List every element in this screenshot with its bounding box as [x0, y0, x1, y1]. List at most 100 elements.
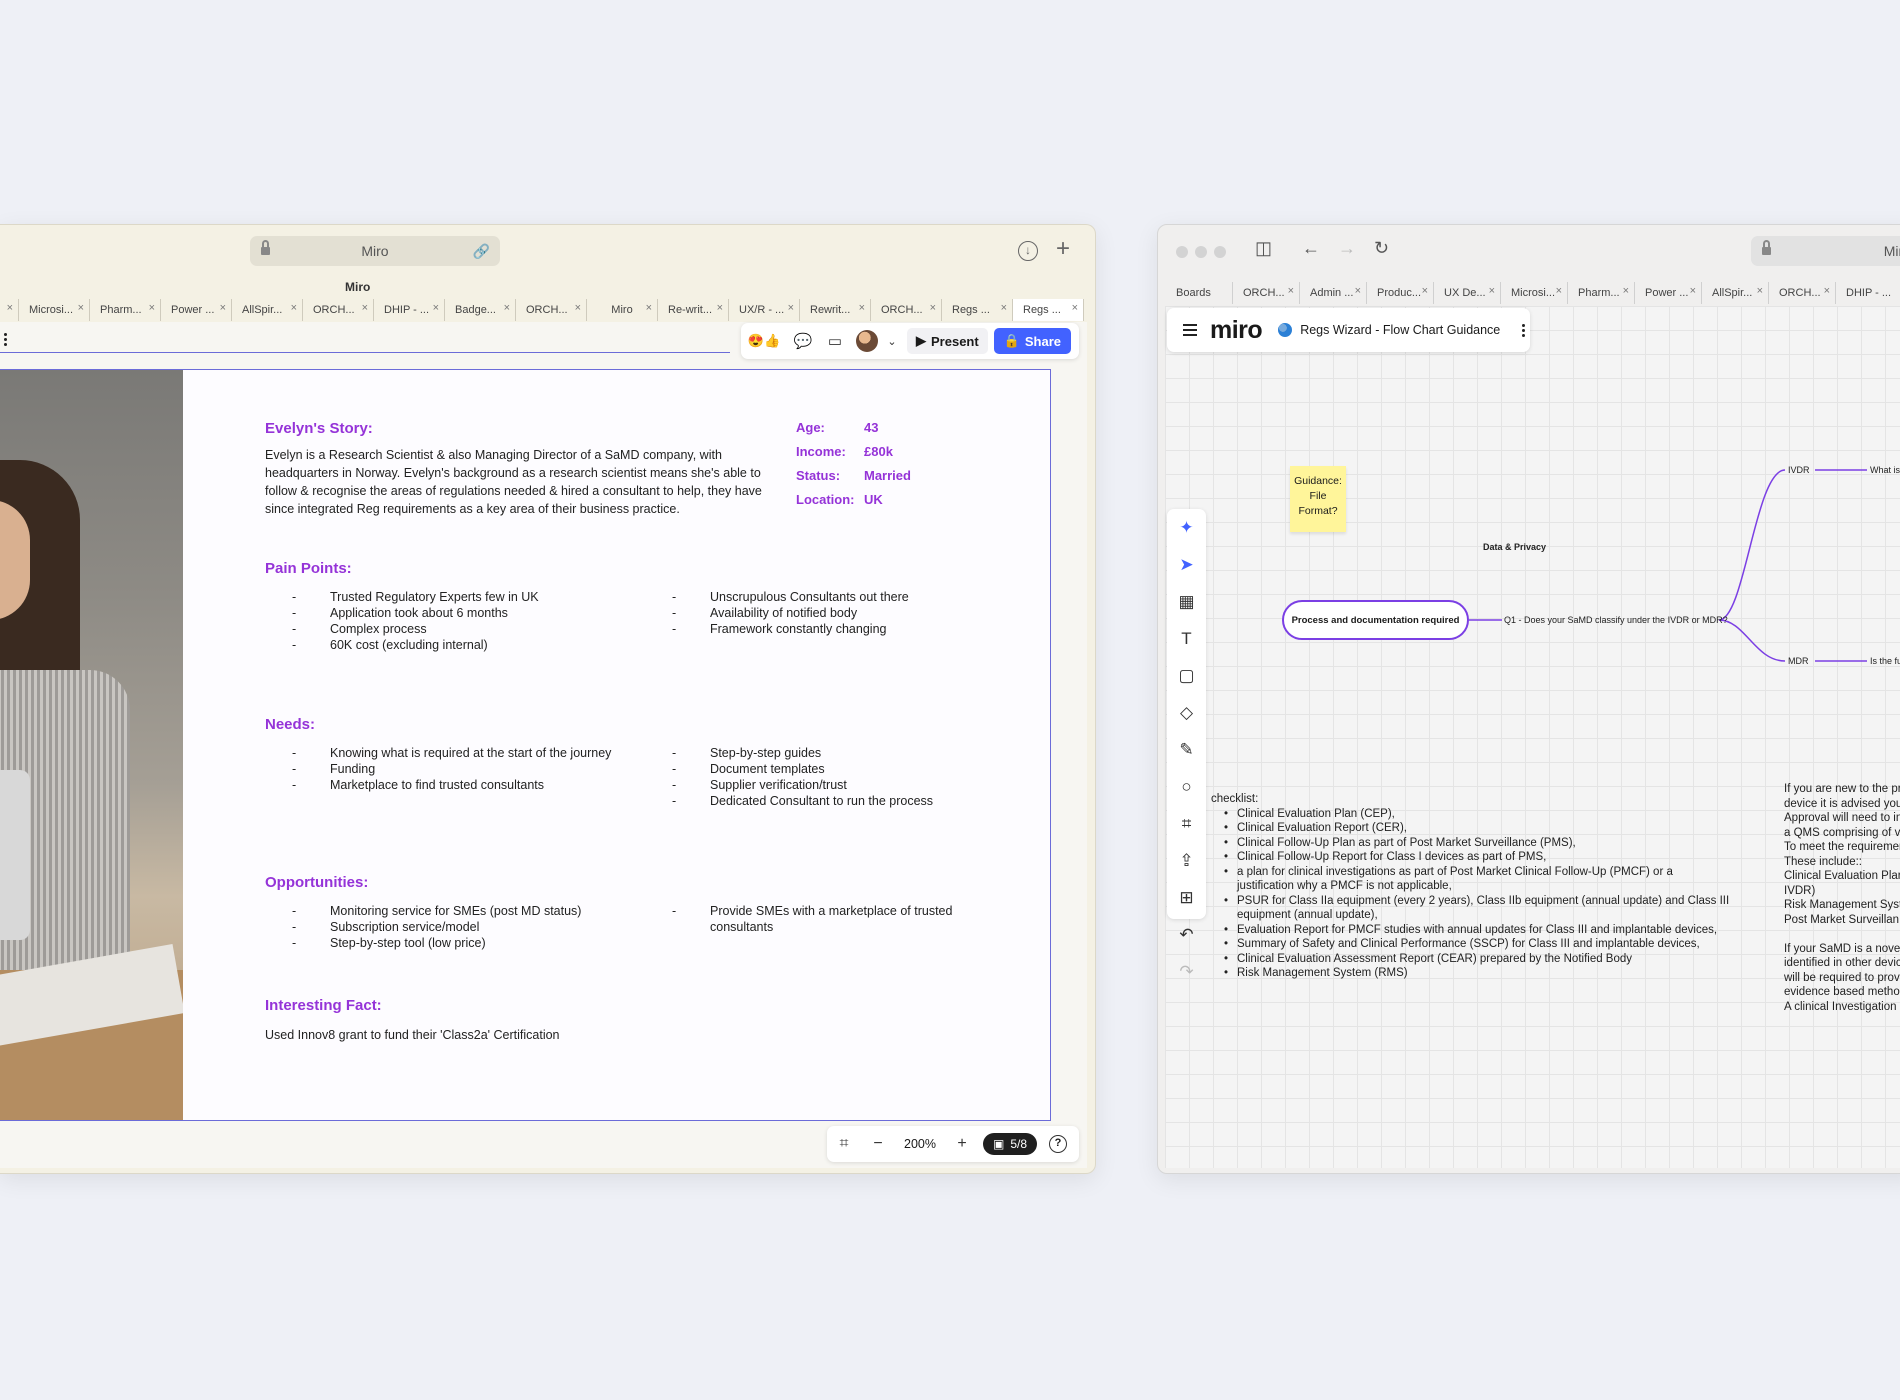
window-controls[interactable] [1176, 246, 1226, 258]
close-icon[interactable]: × [1824, 285, 1830, 297]
tab-label: Microsi... [29, 304, 73, 316]
close-icon[interactable]: × [1288, 285, 1294, 297]
tab-active[interactable]: Regs ... × [1013, 299, 1084, 321]
help-icon[interactable]: ? [1049, 1135, 1068, 1153]
close-icon[interactable]: × [1623, 285, 1629, 297]
share-button[interactable]: 🔒 Share [993, 328, 1072, 354]
reactions-icon[interactable]: 😍👍 [741, 325, 787, 357]
close-icon[interactable]: × [149, 302, 155, 314]
present-button[interactable]: ▶ Present [907, 328, 988, 354]
download-icon[interactable]: ↓ [1018, 241, 1038, 261]
add-icon[interactable]: ⊞ [1167, 879, 1206, 916]
frame-icon[interactable]: ⌗ [1167, 805, 1206, 842]
tab[interactable]: Miro × [587, 299, 658, 321]
tab[interactable]: Microsi... × [19, 299, 90, 321]
link-icon[interactable]: 🔗 [473, 243, 490, 260]
lock-icon: 🔒 [1003, 333, 1020, 348]
tab-label: Power ... [171, 304, 215, 316]
close-icon[interactable]: × [1556, 285, 1562, 297]
tab[interactable]: Admin ... × [1300, 282, 1367, 304]
tab[interactable]: DHIP - ... × [374, 299, 445, 321]
tab[interactable]: Boards [1166, 282, 1233, 304]
board-canvas[interactable]: 😍👍 💬 ▭ ⌄ ▶ Present 🔒 Share Evelyn's Story:… [0, 322, 1087, 1168]
upload-icon[interactable]: ⇪ [1167, 842, 1206, 879]
tab[interactable]: Pharm... × [1568, 282, 1635, 304]
persona-slide[interactable]: Evelyn's Story: Evelyn is a Research Sci… [0, 369, 1051, 1121]
mdr-label[interactable]: MDR [1788, 656, 1809, 666]
close-icon[interactable]: × [7, 302, 13, 314]
close-icon[interactable]: × [433, 302, 439, 314]
redo-icon[interactable]: ↷ [1167, 953, 1206, 990]
comments-icon[interactable]: 💬 [787, 325, 819, 357]
tab[interactable]: ORCH... × [303, 299, 374, 321]
checklist-text[interactable]: checklist: Clinical Evaluation Plan (CEP… [1211, 792, 1731, 981]
tab[interactable]: Produc... × [1367, 282, 1434, 304]
close-icon[interactable]: × [220, 302, 226, 314]
address-bar[interactable]: Miro [1751, 236, 1900, 266]
tab[interactable]: UX De... × [1434, 282, 1501, 304]
tab[interactable]: ORCH... × [871, 299, 942, 321]
tab[interactable]: AllSpir... × [232, 299, 303, 321]
close-icon[interactable]: × [1757, 285, 1763, 297]
close-icon[interactable]: × [1422, 285, 1428, 297]
close-icon[interactable]: × [646, 302, 652, 314]
close-icon[interactable]: × [859, 302, 865, 314]
close-icon[interactable]: × [78, 302, 84, 314]
zoom-out-button[interactable]: − [861, 1135, 895, 1153]
video-icon[interactable]: ▭ [819, 325, 851, 357]
slide-pager[interactable]: ▣ 5/8 [983, 1133, 1038, 1155]
tab[interactable]: Re-writ... × [658, 299, 729, 321]
board-canvas[interactable]: miro Regs Wizard - Flow Chart Guidance ✦… [1165, 306, 1900, 1168]
chevron-down-icon[interactable]: ⌄ [883, 325, 901, 357]
tab[interactable]: Power ... × [161, 299, 232, 321]
mdr-next-label[interactable]: Is the fun [1870, 656, 1900, 666]
tab[interactable]: ORCH... × [516, 299, 587, 321]
new-tab-button[interactable]: + [1056, 235, 1070, 263]
reload-icon[interactable]: ↻ [1374, 238, 1389, 259]
close-icon[interactable]: × [1355, 285, 1361, 297]
ivdr-next-label[interactable]: What is t [1870, 465, 1900, 475]
tab[interactable]: UX/R - ... × [729, 299, 800, 321]
tab[interactable]: Badge... × [445, 299, 516, 321]
right-browser-window: ◫ ← → ↻ Miro Boards ORCH...× Admin ...× … [1157, 224, 1900, 1174]
close-icon[interactable]: × [575, 302, 581, 314]
close-icon[interactable]: × [1489, 285, 1495, 297]
tab[interactable]: Rewrit... × [800, 299, 871, 321]
tab[interactable]: Power ... × [1635, 282, 1702, 304]
forward-icon[interactable]: → [1338, 238, 1356, 259]
back-icon[interactable]: ← [1302, 238, 1320, 259]
zoom-level[interactable]: 200% [895, 1137, 945, 1151]
tab[interactable]: × [0, 299, 19, 321]
tab[interactable]: Microsi... × [1501, 282, 1568, 304]
close-icon[interactable]: × [930, 302, 936, 314]
close-icon[interactable]: × [362, 302, 368, 314]
tab[interactable]: Regs ... × [942, 299, 1013, 321]
comment-icon[interactable]: ○ [1167, 768, 1206, 805]
undo-icon[interactable]: ↶ [1167, 916, 1206, 953]
list-item: Trusted Regulatory Experts few in UK [292, 589, 610, 605]
close-icon[interactable]: × [504, 302, 510, 314]
tab[interactable]: Pharm... × [90, 299, 161, 321]
pen-icon[interactable]: ✎ [1167, 731, 1206, 768]
q1-label[interactable]: Q1 - Does your SaMD classify under the I… [1504, 615, 1728, 625]
address-bar[interactable]: Miro 🔗 [250, 236, 500, 266]
close-icon[interactable]: × [788, 302, 794, 314]
tab[interactable]: AllSpir... × [1702, 282, 1769, 304]
story-heading: Evelyn's Story: [265, 420, 373, 437]
tab[interactable]: DHIP - ... [1836, 282, 1900, 304]
tab-label: Produc... [1377, 287, 1422, 299]
close-icon[interactable]: × [1001, 302, 1007, 314]
frames-icon[interactable]: ⌗ [827, 1135, 861, 1153]
close-icon[interactable]: × [1072, 302, 1078, 314]
tab[interactable]: ORCH... × [1233, 282, 1300, 304]
close-icon[interactable]: × [291, 302, 297, 314]
tab[interactable]: ORCH... × [1769, 282, 1836, 304]
collaborators-menu[interactable] [851, 325, 883, 357]
zoom-in-button[interactable]: + [945, 1135, 979, 1153]
more-options-icon[interactable] [4, 331, 14, 347]
ivdr-label[interactable]: IVDR [1788, 465, 1810, 475]
sidebar-toggle-icon[interactable]: ◫ [1255, 238, 1272, 259]
guidance-text[interactable]: If you are new to the pr device it is ad… [1784, 782, 1900, 1014]
close-icon[interactable]: × [717, 302, 723, 314]
close-icon[interactable]: × [1690, 285, 1696, 297]
